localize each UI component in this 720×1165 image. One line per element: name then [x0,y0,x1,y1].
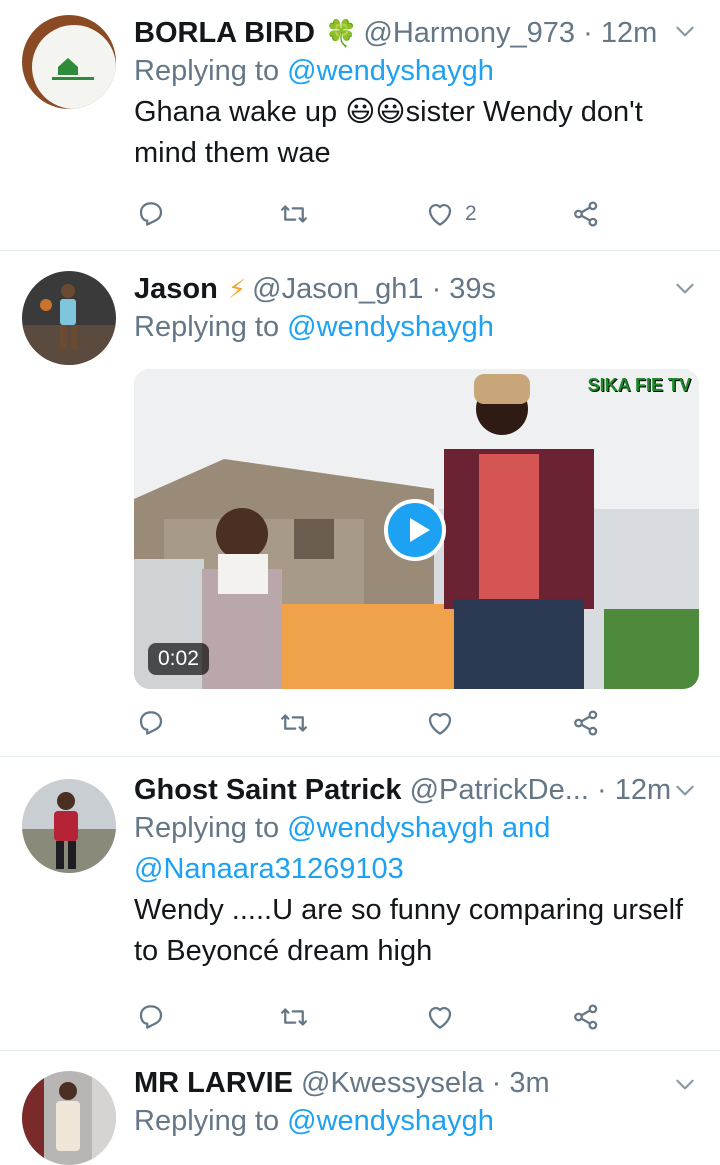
avatar[interactable] [22,779,116,873]
chevron-down-icon[interactable] [672,1071,698,1097]
display-name[interactable]: MR LARVIE [134,1067,293,1099]
play-button[interactable] [384,499,446,561]
timestamp[interactable]: 12m [615,774,671,806]
like-button[interactable] [425,997,455,1037]
tweet-text: Ghana wake up 😃😃sister Wendy don't mind … [134,96,643,169]
replying-prefix: Replying to [134,55,280,87]
replying-to-2: @Nanaara31269103 [134,849,700,890]
replying-prefix: Replying to [134,311,280,343]
separator-dot: · [431,273,442,305]
user-handle[interactable]: @Harmony_973 [363,17,575,49]
replying-to: Replying to @wendyshaygh [134,307,700,348]
retweet-button[interactable] [279,194,309,234]
reply-button[interactable] [136,703,166,743]
video-duration: 0:02 [148,643,209,675]
tweet[interactable]: BORLA BIRD 🍀 @Harmony_973 · 12m Replying … [0,0,720,251]
tweet-header: Jason ⚡ @Jason_gh1 · 39s [134,271,700,307]
heart-icon [425,1002,455,1032]
reply-button[interactable] [136,194,166,234]
tweet-actions: 2 [134,194,604,234]
retweet-icon [279,708,309,738]
lightning-icon: ⚡ [227,274,247,304]
replying-to: Replying to @wendyshaygh [134,1101,700,1142]
tweet-actions [134,997,604,1037]
chevron-down-icon[interactable] [672,777,698,803]
retweet-button[interactable] [279,997,309,1037]
avatar[interactable] [22,1071,116,1165]
mention-link[interactable]: @wendyshaygh and [287,812,550,844]
retweet-icon [279,1002,309,1032]
tweet-text: Wendy .....U are so funny comparing urse… [134,894,684,967]
tweet[interactable]: MR LARVIE @Kwessysela · 3m Replying to @… [0,1051,720,1165]
heart-icon [425,199,455,229]
tweet[interactable]: Jason ⚡ @Jason_gh1 · 39s Replying to @wen… [0,251,720,757]
timestamp[interactable]: 39s [449,273,496,305]
mention-link[interactable]: @Nanaara31269103 [134,853,404,885]
like-button[interactable]: 2 [425,194,477,234]
user-handle[interactable]: @Jason_gh1 [252,273,423,305]
share-button[interactable] [571,703,601,743]
tweet-header: Ghost Saint Patrick @PatrickDe... · 12m [134,772,700,808]
replying-prefix: Replying to [134,1105,280,1137]
mention-link[interactable]: @wendyshaygh [287,1105,494,1137]
reply-button[interactable] [136,997,166,1037]
heart-icon [425,708,455,738]
tweet-header: BORLA BIRD 🍀 @Harmony_973 · 12m [134,15,700,51]
replying-prefix: Replying to [134,812,280,844]
chevron-down-icon[interactable] [672,275,698,301]
share-button[interactable] [571,997,601,1037]
reply-icon [136,708,166,738]
like-count: 2 [465,202,477,225]
user-handle[interactable]: @PatrickDe... [410,774,589,806]
separator-dot: · [596,774,607,806]
share-icon [571,199,601,229]
video-watermark: SIKA FIE TV [587,375,691,395]
share-button[interactable] [571,194,601,234]
timestamp[interactable]: 12m [601,17,657,49]
replying-to: Replying to @wendyshaygh and [134,808,700,849]
retweet-button[interactable] [279,703,309,743]
retweet-icon [279,199,309,229]
reply-icon [136,199,166,229]
mention-link[interactable]: @wendyshaygh [287,311,494,343]
tweet-actions [134,703,604,743]
separator-dot: · [583,17,593,49]
timestamp[interactable]: 3m [509,1067,549,1099]
separator-dot: · [491,1067,502,1099]
video-player[interactable]: SIKA FIE TV 0:02 [134,369,699,689]
display-name[interactable]: BORLA BIRD [134,17,315,49]
like-button[interactable] [425,703,455,743]
share-icon [571,708,601,738]
replying-to: Replying to @wendyshaygh [134,51,700,92]
user-handle[interactable]: @Kwessysela [301,1067,484,1099]
mention-link[interactable]: @wendyshaygh [287,55,494,87]
tweet[interactable]: Ghost Saint Patrick @PatrickDe... · 12m … [0,757,720,1051]
clover-icon: 🍀 [325,18,358,48]
display-name[interactable]: Ghost Saint Patrick [134,774,402,806]
chevron-down-icon[interactable] [672,18,698,44]
reply-icon [136,1002,166,1032]
display-name[interactable]: Jason [134,273,218,305]
tweet-header: MR LARVIE @Kwessysela · 3m [134,1065,700,1101]
avatar[interactable] [22,15,116,109]
avatar[interactable] [22,271,116,365]
share-icon [571,1002,601,1032]
